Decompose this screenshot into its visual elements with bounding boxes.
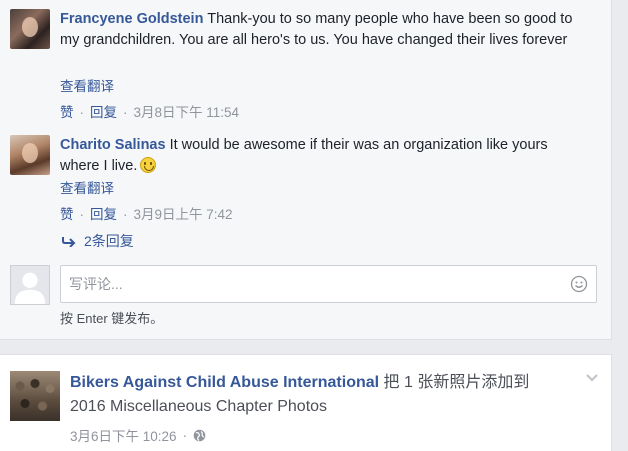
current-user-avatar: [10, 265, 50, 305]
page-name-link[interactable]: Bikers Against Child Abuse International: [70, 374, 379, 391]
press-enter-hint: 按 Enter 键发布。: [60, 311, 164, 326]
comment-input[interactable]: [61, 266, 541, 302]
meta-separator: ·: [182, 427, 188, 443]
like-link[interactable]: 赞: [60, 105, 74, 120]
separator: ·: [123, 105, 128, 120]
comment-author-link[interactable]: Francyene Goldstein: [60, 11, 203, 27]
commenter-avatar[interactable]: [10, 9, 50, 49]
smiley-icon[interactable]: [570, 275, 588, 293]
globe-icon[interactable]: [193, 429, 206, 442]
post-meta: 3月6日下午 10:26 ·: [70, 425, 206, 445]
post-card: Bikers Against Child Abuse International…: [0, 354, 612, 451]
comment-timestamp[interactable]: 3月9日上午 7:42: [134, 207, 233, 222]
comment-actions: 赞 · 回复 · 3月8日下午 11:54: [60, 101, 239, 121]
comment-author-link[interactable]: Charito Salinas: [60, 137, 166, 153]
post-timestamp[interactable]: 3月6日下午 10:26: [70, 425, 177, 445]
reply-link[interactable]: 回复: [90, 105, 117, 120]
separator: ·: [79, 105, 85, 120]
view-replies-link[interactable]: 2条回复: [62, 231, 134, 251]
default-avatar-icon: [11, 266, 49, 304]
see-translation-link[interactable]: 查看翻译: [60, 75, 114, 95]
comment-timestamp[interactable]: 3月8日下午 11:54: [134, 105, 240, 120]
chevron-down-icon[interactable]: [585, 373, 599, 383]
separator: ·: [79, 207, 85, 222]
post-header-text: Bikers Against Child Abuse International…: [70, 371, 540, 419]
comment-composer[interactable]: [60, 265, 597, 303]
commenter-avatar[interactable]: [10, 135, 50, 175]
reply-link[interactable]: 回复: [90, 207, 117, 222]
comments-card: Francyene Goldstein Thank-you to so many…: [0, 0, 612, 340]
see-translation-link[interactable]: 查看翻译: [60, 177, 114, 197]
replies-count: 2条回复: [84, 233, 134, 249]
comment-body: Charito Salinas It would be awesome if t…: [60, 135, 590, 177]
reply-arrow-icon: [62, 237, 76, 247]
like-link[interactable]: 赞: [60, 207, 74, 222]
separator: ·: [123, 207, 128, 222]
smiley-emoji-icon: [140, 157, 157, 173]
comment-body: Francyene Goldstein Thank-you to so many…: [60, 9, 590, 51]
page-avatar[interactable]: [10, 371, 60, 421]
comment-actions: 赞 · 回复 · 3月9日上午 7:42: [60, 203, 233, 223]
